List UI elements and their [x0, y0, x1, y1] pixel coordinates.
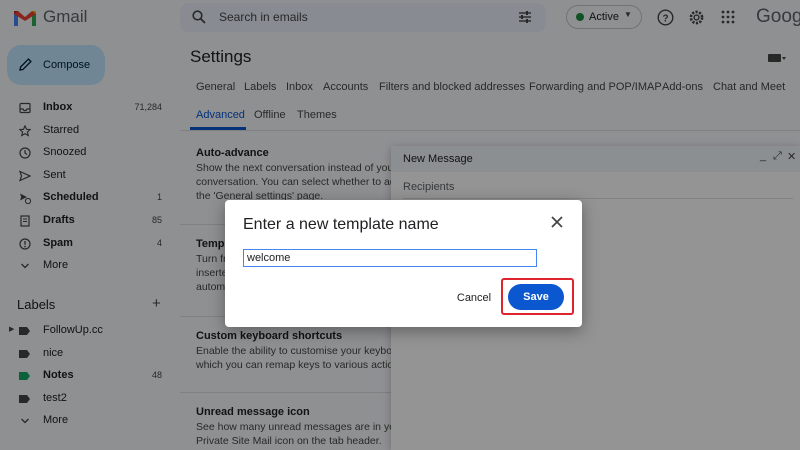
template-name-input[interactable] — [243, 249, 537, 267]
close-icon[interactable] — [550, 215, 564, 229]
cancel-button[interactable]: Cancel — [449, 287, 499, 309]
save-highlight-box — [501, 278, 574, 315]
dialog-title: Enter a new template name — [243, 216, 439, 233]
